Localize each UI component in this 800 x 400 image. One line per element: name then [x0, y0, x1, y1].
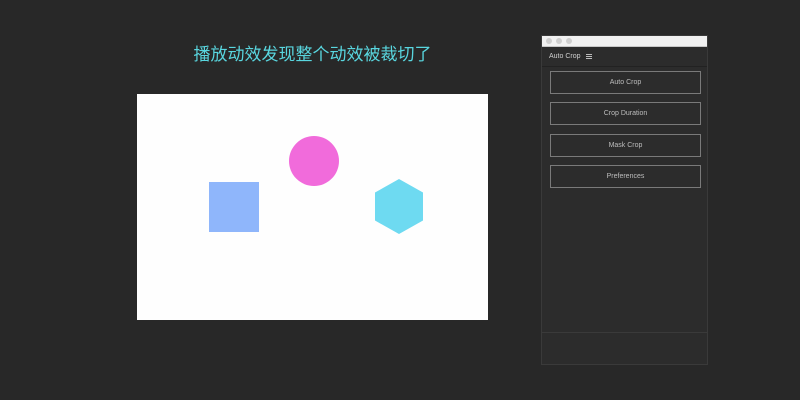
window-titlebar	[542, 36, 707, 47]
shapes-layer	[209, 136, 423, 234]
window-minimize-dot[interactable]	[556, 38, 562, 44]
window-close-dot[interactable]	[546, 38, 552, 44]
composition-canvas	[137, 94, 488, 320]
caption-text: 播放动效发现整个动效被裁切了	[193, 45, 432, 65]
square-shape	[209, 182, 259, 232]
panel-divider	[542, 332, 707, 333]
window-zoom-dot[interactable]	[566, 38, 572, 44]
preferences-button[interactable]: Preferences	[550, 165, 701, 188]
panel-header: Auto Crop	[542, 47, 707, 67]
panel-title: Auto Crop	[549, 53, 581, 60]
circle-shape	[289, 136, 339, 186]
hexagon-shape	[375, 179, 423, 234]
crop-duration-button[interactable]: Crop Duration	[550, 102, 701, 125]
auto-crop-button[interactable]: Auto Crop	[550, 71, 701, 94]
auto-crop-panel: Auto Crop Auto Crop Crop Duration Mask C…	[541, 35, 708, 365]
mask-crop-button[interactable]: Mask Crop	[550, 134, 701, 157]
hamburger-menu-icon[interactable]	[585, 54, 592, 59]
